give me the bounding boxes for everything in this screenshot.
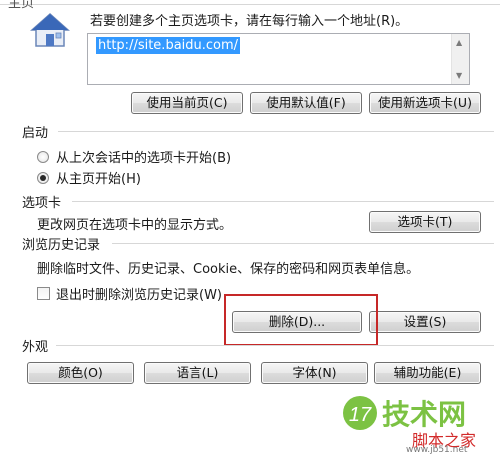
scroll-down-icon[interactable]: ▼: [456, 71, 462, 80]
fonts-button[interactable]: 字体(N): [261, 362, 368, 384]
startup-section-title: 启动: [22, 126, 49, 141]
tabs-description: 更改网页在选项卡中的显示方式。: [37, 218, 233, 233]
use-current-button[interactable]: 使用当前页(C): [131, 92, 243, 114]
tabs-button[interactable]: 选项卡(T): [369, 211, 481, 233]
url-scrollbar[interactable]: ▲ ▼: [451, 34, 469, 84]
svg-text:17: 17: [349, 404, 372, 426]
watermark-logo: 17 技术网 脚本之家 www.jb51.net: [342, 391, 492, 459]
history-settings-button[interactable]: 设置(S): [369, 311, 481, 333]
startup-separator: [58, 131, 494, 132]
startup-last-session-label[interactable]: 从上次会话中的选项卡开始(B): [56, 147, 231, 166]
homepage-url-value[interactable]: http://site.baidu.com/: [96, 37, 241, 54]
accessibility-button[interactable]: 辅助功能(E): [374, 362, 481, 384]
homepage-url-textarea[interactable]: http://site.baidu.com/ ▲ ▼: [87, 33, 470, 85]
scroll-up-icon[interactable]: ▲: [456, 38, 462, 47]
tabs-separator: [72, 201, 494, 202]
startup-homepage-radio[interactable]: [37, 172, 49, 184]
colors-button[interactable]: 颜色(O): [27, 362, 134, 384]
history-section-title: 浏览历史记录: [22, 238, 101, 253]
watermark-url: www.jb51.net: [406, 445, 468, 455]
homepage-instruction: 若要创建多个主页选项卡，请在每行输入一个地址(R)。: [90, 14, 409, 29]
tabs-section-title: 选项卡: [22, 196, 62, 211]
home-icon: [30, 12, 70, 48]
homepage-section-title: 主页: [8, 0, 35, 11]
use-new-tab-button[interactable]: 使用新选项卡(U): [369, 92, 481, 114]
delete-on-exit-label[interactable]: 退出时删除浏览历史记录(W): [56, 284, 222, 303]
startup-last-session-radio[interactable]: [37, 151, 49, 163]
languages-button[interactable]: 语言(L): [144, 362, 251, 384]
history-separator: [112, 243, 494, 244]
delete-on-exit-checkbox[interactable]: [37, 287, 50, 300]
use-default-button[interactable]: 使用默认值(F): [250, 92, 362, 114]
radio-selected-dot: [40, 175, 46, 181]
highlight-annotation-box: [224, 294, 378, 346]
top-separator: [0, 4, 500, 5]
appearance-separator: [56, 345, 494, 346]
history-description: 删除临时文件、历史记录、Cookie、保存的密码和网页表单信息。: [37, 262, 420, 277]
appearance-section-title: 外观: [22, 340, 49, 355]
startup-homepage-label[interactable]: 从主页开始(H): [56, 168, 141, 187]
